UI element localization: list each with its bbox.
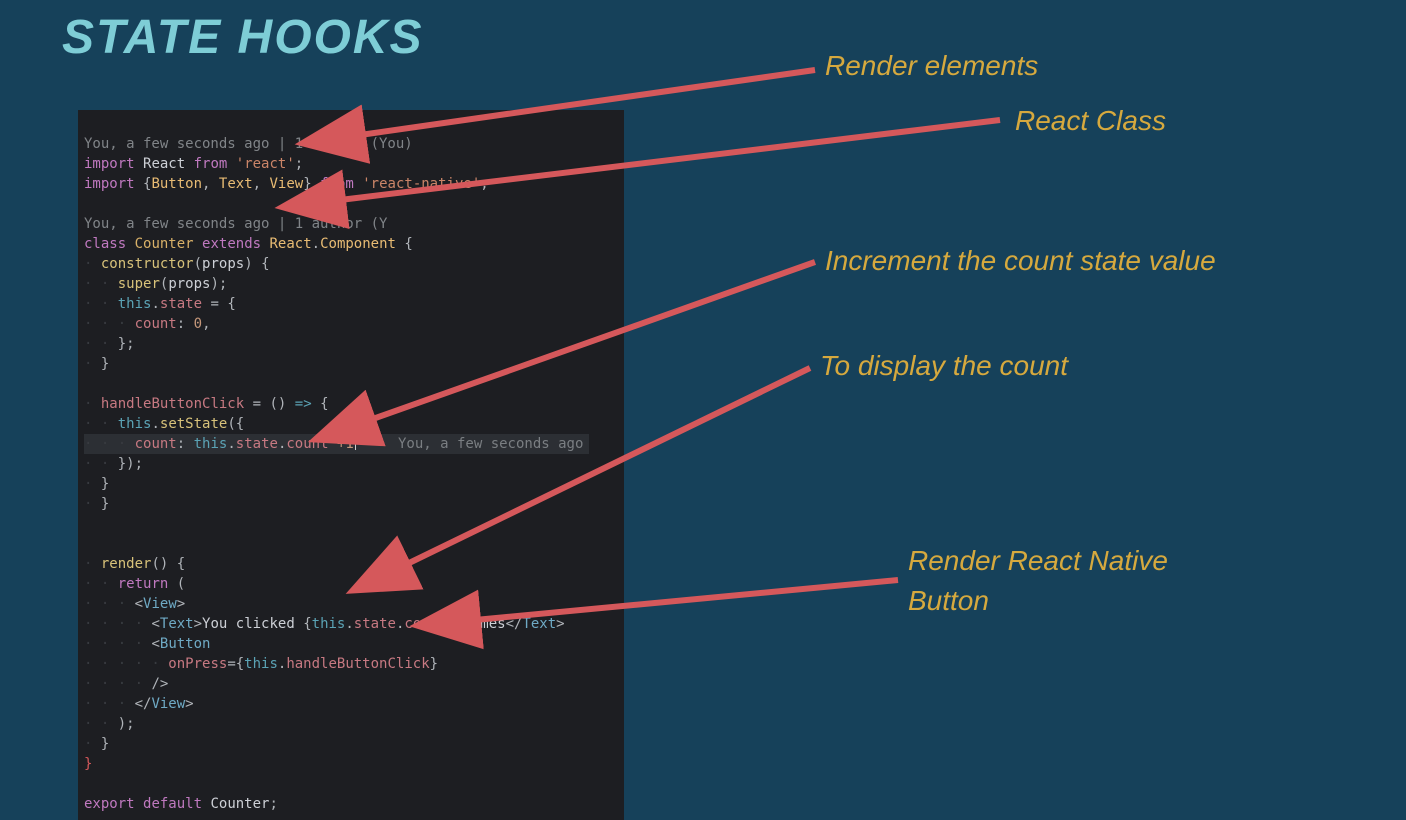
prop-count: count: [286, 436, 328, 452]
kw-from: from: [320, 176, 354, 192]
kw-this: this: [244, 656, 278, 672]
str-react-native: 'react-native': [362, 176, 480, 192]
label-react-class: React Class: [1015, 105, 1166, 137]
annotation-inline: You, a few seconds ago: [398, 436, 583, 452]
kw-export: export: [84, 796, 135, 812]
tag-text: Text: [160, 616, 194, 632]
prop-count: count: [404, 616, 446, 632]
kw-extends: extends: [202, 236, 261, 252]
kw-this: this: [194, 436, 228, 452]
kw-import: import: [84, 156, 135, 172]
kw-return: return: [118, 576, 169, 592]
label-display-count: To display the count: [820, 350, 1068, 382]
prop-state: state: [160, 296, 202, 312]
self-close: />: [151, 676, 168, 692]
id-component: Component: [320, 236, 396, 252]
prop-count: count: [135, 316, 177, 332]
param-props: props: [202, 256, 244, 272]
tag-text: Text: [522, 616, 556, 632]
kw-this: this: [118, 416, 152, 432]
kw-this: this: [312, 616, 346, 632]
tag-view: View: [151, 696, 185, 712]
fn-super: super: [118, 276, 160, 292]
label-render-elements: Render elements: [825, 50, 1038, 82]
label-rn-button-l2: Button: [908, 585, 989, 617]
num-plus-one: +1: [337, 436, 354, 452]
slide-title: STATE HOOKS: [62, 10, 424, 65]
fn-render: render: [101, 556, 152, 572]
kw-default: default: [143, 796, 202, 812]
attr-onpress: onPress: [168, 656, 227, 672]
text-you-clicked: You clicked: [202, 616, 303, 632]
kw-this: this: [118, 296, 152, 312]
label-rn-button-l1: Render React Native: [908, 545, 1168, 577]
kw-import: import: [84, 176, 135, 192]
id-text: Text: [219, 176, 253, 192]
num-zero: 0: [194, 316, 202, 332]
str-react: 'react': [236, 156, 295, 172]
kw-class: class: [84, 236, 126, 252]
code-editor: You, a few seconds ago | 1 author (You) …: [78, 110, 624, 820]
annotation-line: You, a few seconds ago | 1 author (You): [84, 136, 413, 152]
id-react: React: [270, 236, 312, 252]
annotation-line: You, a few seconds ago | 1 author (Y: [84, 216, 387, 232]
class-name: Counter: [135, 236, 194, 252]
fn-setstate: setState: [160, 416, 227, 432]
id-view: View: [270, 176, 304, 192]
fn-constructor: constructor: [101, 256, 194, 272]
prop-state: state: [236, 436, 278, 452]
prop-count: count: [135, 436, 177, 452]
param-props: props: [168, 276, 210, 292]
id-button: Button: [151, 176, 202, 192]
id-counter: Counter: [210, 796, 269, 812]
tag-button: Button: [160, 636, 211, 652]
prop-handle-click: handleButtonClick: [286, 656, 429, 672]
kw-from: from: [194, 156, 228, 172]
id-react: React: [143, 156, 185, 172]
text-cursor: [355, 435, 356, 450]
fn-handle-click: handleButtonClick: [101, 396, 244, 412]
tag-view: View: [143, 596, 177, 612]
label-increment: Increment the count state value: [825, 245, 1216, 277]
prop-state: state: [354, 616, 396, 632]
text-times: times: [455, 616, 506, 632]
